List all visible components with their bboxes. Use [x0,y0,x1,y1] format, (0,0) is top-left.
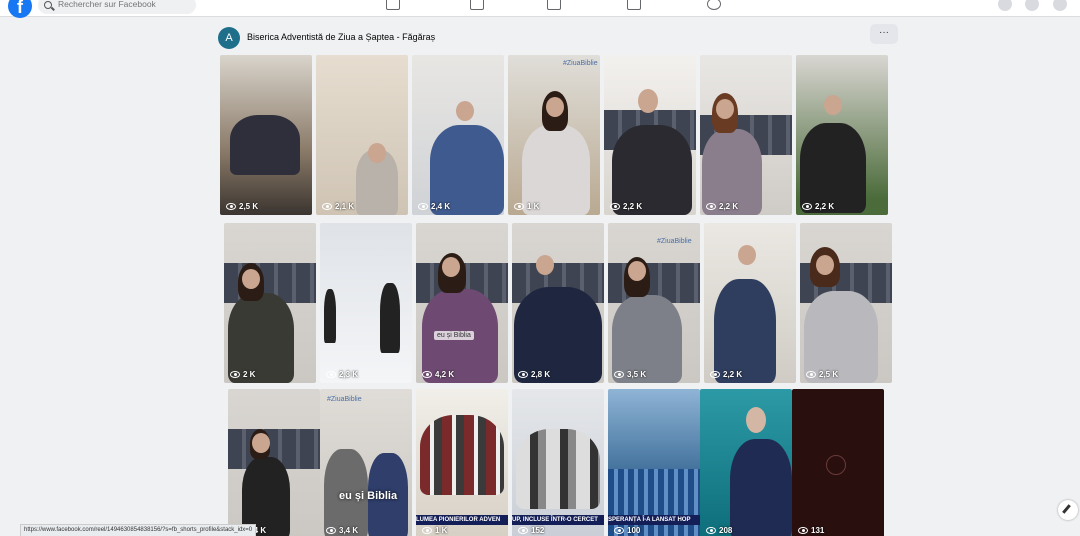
reel-tile[interactable]: 2,2 K [700,55,792,215]
page-name[interactable]: Biserica Adventistă de Ziua a Șaptea - F… [247,32,435,42]
reel-tile[interactable]: 131 [792,389,884,536]
pencil-icon [1062,504,1071,514]
view-count: 2,2 K [710,370,742,379]
reel-tile[interactable]: 2,2 K [796,55,888,215]
reel-tile[interactable]: SPERANȚA Î-A LANSAT HOP 100 [608,389,700,536]
eye-icon [518,527,528,534]
search-icon [44,1,52,9]
link-status-bar: https://www.facebook.com/reel/1494630854… [20,524,257,536]
messenger-icon[interactable] [1025,0,1039,11]
view-count: 2,2 K [706,202,738,211]
video-icon[interactable] [470,0,484,10]
reel-tile[interactable]: #ZiuaBiblie eu și Biblia 3,4 K [320,389,412,536]
gaming-icon[interactable] [707,0,721,10]
eye-icon [802,203,812,210]
view-count: 208 [706,526,732,535]
caption-bar: UP, INCLUSE ÎNTR-O CERCET [512,515,604,525]
view-count: 2,5 K [806,370,838,379]
eye-icon [806,371,816,378]
reel-tile[interactable]: UP, INCLUSE ÎNTR-O CERCET 152 [512,389,604,536]
view-count: 3,4 K [326,526,358,535]
view-count: 2 K [230,370,255,379]
more-options-button[interactable]: ··· [870,24,898,44]
view-count: 2,8 K [518,370,550,379]
hashtag-label: #ZiuaBiblie [563,60,598,67]
eye-icon [706,203,716,210]
view-count: 131 [798,526,824,535]
view-count: 1 K [514,202,539,211]
eye-icon [230,371,240,378]
facebook-logo-icon[interactable]: f [8,0,32,18]
menu-grid-icon[interactable] [998,0,1012,11]
eye-icon [614,527,624,534]
reel-tile[interactable]: eu și Biblia 4,2 K [416,223,508,383]
store-icon[interactable] [627,0,641,10]
marketplace-icon[interactable] [547,0,561,10]
page-avatar[interactable]: A [218,27,240,49]
browser-screen: f A Biserica Adventistă de Ziua a Șaptea… [0,0,1080,536]
reel-tile[interactable]: 2,4 K [412,55,504,215]
reel-tile[interactable]: LUMEA PIONIERILOR ADVEN 1 K [416,389,508,536]
view-count: 100 [614,526,640,535]
eye-icon [226,203,236,210]
eye-icon [518,371,528,378]
hashtag-label: #ZiuaBiblie [657,238,692,245]
reel-tile[interactable]: 2,1 K [316,55,408,215]
facebook-top-bar: f [0,0,1080,18]
eu-si-biblia-label: eu și Biblia [339,490,398,502]
view-count: 3,5 K [614,370,646,379]
notifications-icon[interactable] [1053,0,1067,11]
reel-tile[interactable]: #ZiuaBiblie 3,5 K [608,223,700,383]
view-count: 2,4 K [418,202,450,211]
reel-tile[interactable]: 2 K [224,223,316,383]
caption-bar: LUMEA PIONIERILOR ADVEN [416,515,508,525]
view-count: 2,2 K [802,202,834,211]
view-count: 2,5 K [226,202,258,211]
search-box[interactable] [38,0,196,14]
search-input[interactable] [58,0,192,9]
view-count: 2,1 K [322,202,354,211]
eye-icon [614,371,624,378]
eye-icon [710,371,720,378]
eye-icon [798,527,808,534]
view-count: 2,2 K [610,202,642,211]
page-header: A Biserica Adventistă de Ziua a Șaptea -… [0,17,1080,53]
eye-icon [422,527,432,534]
reel-tile[interactable]: 208 [700,389,792,536]
view-count: 4,2 K [422,370,454,379]
eye-icon [514,203,524,210]
view-count: 1 K [422,526,447,535]
eye-icon [610,203,620,210]
eye-icon [326,527,336,534]
view-count: 2,3 K [326,370,358,379]
reel-tile[interactable]: 3,4 K [228,389,320,536]
view-count: 152 [518,526,544,535]
reel-tile[interactable]: 2,5 K [800,223,892,383]
home-icon[interactable] [386,0,400,10]
caption-bar: SPERANȚA Î-A LANSAT HOP [608,515,700,525]
eye-icon [322,203,332,210]
reel-tile[interactable]: #ZiuaBiblie 1 K [508,55,600,215]
compose-button[interactable] [1058,500,1078,520]
eye-icon [422,371,432,378]
eu-biblia-label: eu și Biblia [434,331,474,340]
reel-tile[interactable]: 2,8 K [512,223,604,383]
hashtag-label: #ZiuaBiblie [327,396,362,403]
reel-tile[interactable]: 2,2 K [704,223,796,383]
reel-tile[interactable]: 2,3 K [320,223,412,383]
eye-icon [418,203,428,210]
eye-icon [326,371,336,378]
reel-tile[interactable]: 2,5 K [220,55,312,215]
reel-tile[interactable]: 2,2 K [604,55,696,215]
eye-icon [706,527,716,534]
